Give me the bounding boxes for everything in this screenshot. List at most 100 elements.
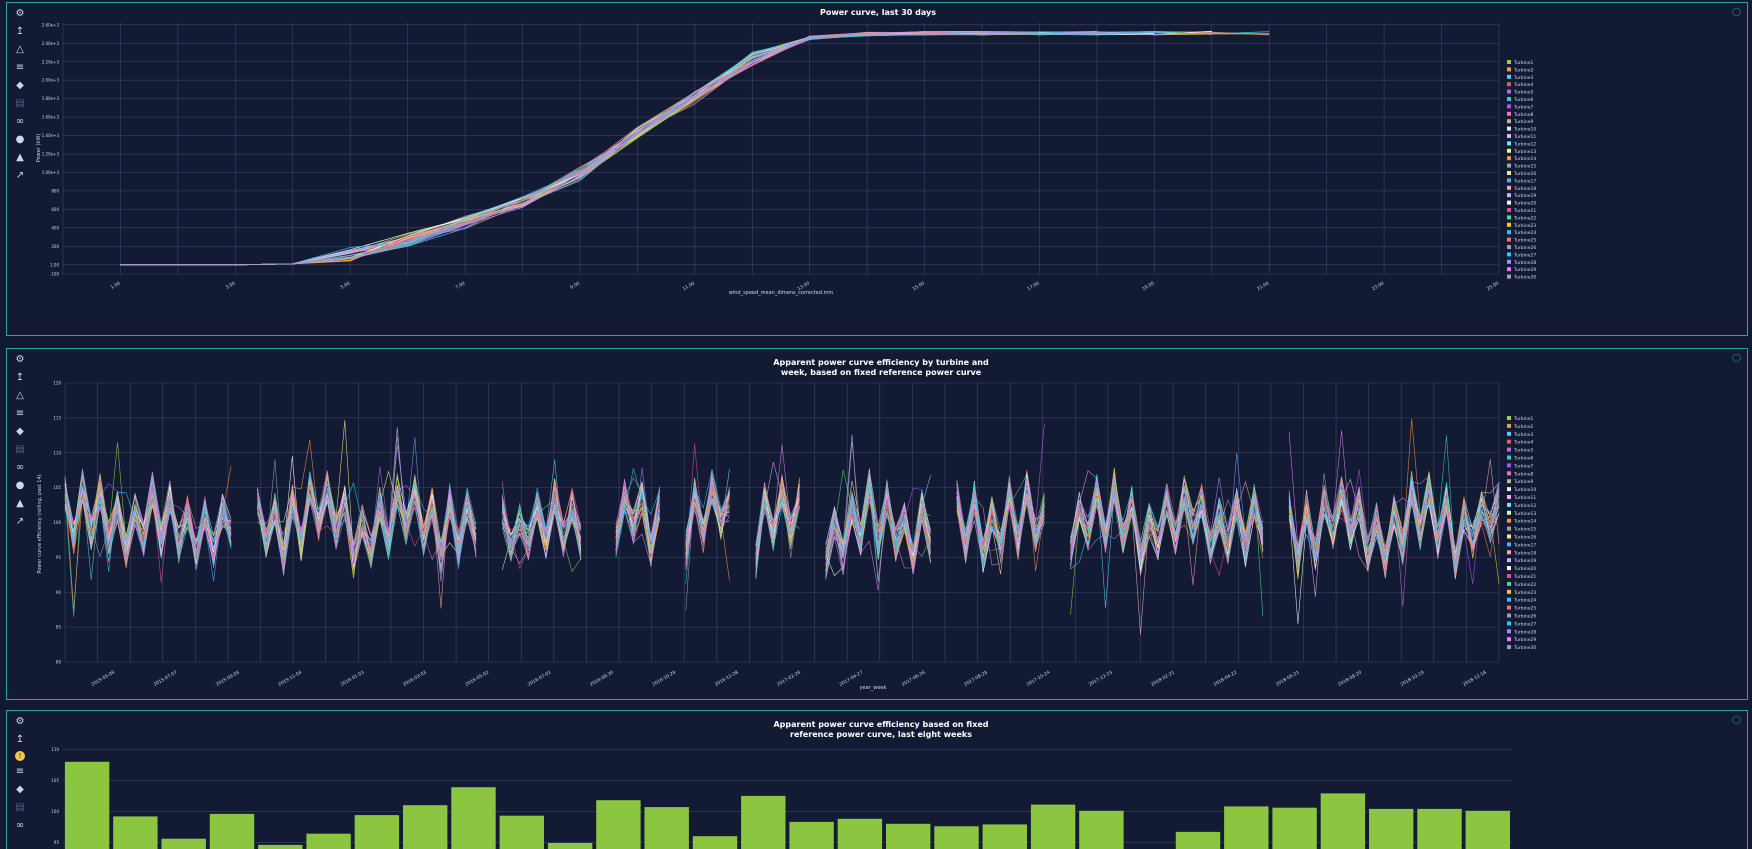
y-tick-label: 105 (53, 485, 61, 490)
legend-swatch (1507, 74, 1511, 79)
legend-label: Turbine18 (1513, 186, 1536, 192)
legend-label: Turbine3 (1513, 75, 1533, 81)
x-tick-label: 2015-11-04 (277, 669, 303, 687)
legend-label: Turbine27 (1513, 252, 1536, 258)
legend-swatch (1507, 60, 1511, 64)
y-tick-label: 115 (53, 415, 61, 420)
bar (692, 836, 738, 849)
bar (1175, 831, 1221, 849)
legend-label: Turbine24 (1513, 230, 1536, 236)
y-tick-label: 110 (53, 450, 61, 455)
legend-swatch (1507, 134, 1511, 138)
bar (1272, 807, 1317, 849)
legend-label: Turbine24 (1513, 598, 1536, 604)
x-axis-label: year_week (860, 685, 887, 691)
legend-label: Turbine17 (1513, 542, 1536, 548)
legend-swatch (1507, 267, 1511, 272)
bar (209, 813, 255, 849)
legend-swatch (1507, 574, 1511, 578)
legend-swatch (1507, 237, 1511, 242)
legend-swatch (1507, 259, 1511, 264)
legend-label: Turbine29 (1513, 637, 1536, 643)
y-tick-label: 2.40e+3 (42, 41, 60, 46)
x-tick-label: 2016-07-01 (527, 669, 553, 687)
y-tick-label: 2.00e+3 (42, 78, 60, 83)
x-tick-label: 2015-05-09 (90, 669, 116, 687)
x-tick-label: 2016-03-03 (402, 669, 428, 687)
legend-swatch (1507, 215, 1511, 220)
legend-label: Turbine2 (1513, 67, 1533, 73)
legend-label: Turbine22 (1513, 582, 1536, 588)
legend-label: Turbine25 (1513, 606, 1536, 612)
legend-swatch (1507, 447, 1511, 452)
legend-label: Turbine10 (1513, 487, 1536, 493)
series-line-turbine6 (120, 31, 1212, 266)
chart-title: Apparent power curve efficiency by turbi… (773, 358, 989, 367)
x-tick-label: 2018-04-22 (1212, 669, 1238, 687)
legend-label: Turbine30 (1513, 645, 1536, 651)
legend-swatch (1507, 502, 1511, 507)
legend-swatch (1507, 495, 1511, 499)
legend-label: Turbine15 (1513, 527, 1536, 533)
legend-label: Turbine16 (1513, 535, 1536, 541)
x-tick-label: 2017-10-24 (1025, 669, 1051, 687)
legend-label: Turbine15 (1513, 164, 1536, 170)
legend-swatch (1507, 581, 1511, 586)
legend-swatch (1507, 605, 1511, 610)
legend-swatch (1507, 230, 1511, 235)
series-line-turbine15 (120, 31, 1097, 266)
legend-swatch (1507, 97, 1511, 101)
bar (1030, 804, 1076, 849)
y-tick-label: 800 (51, 188, 59, 193)
bar (161, 838, 206, 849)
bar (934, 826, 979, 849)
y-tick-label: 200 (51, 244, 59, 249)
x-tick-label: 2017-02-26 (776, 669, 802, 687)
legend-label: Turbine20 (1513, 566, 1536, 572)
y-tick-label: 105 (51, 778, 59, 783)
series-line-turbine4 (120, 31, 1212, 266)
x-tick-label: 17.00 (1026, 280, 1040, 292)
legend-swatch (1507, 245, 1511, 249)
legend-label: Turbine7 (1513, 463, 1533, 469)
legend-label: Turbine11 (1513, 134, 1536, 140)
legend-label: Turbine19 (1513, 558, 1536, 564)
legend-label: Turbine1 (1513, 416, 1533, 422)
legend-label: Turbine9 (1513, 479, 1533, 485)
series-line-turbine7 (120, 30, 1097, 266)
legend-label: Turbine23 (1513, 223, 1536, 229)
legend-swatch (1507, 613, 1511, 618)
x-tick-label: 2015-07-07 (153, 669, 179, 687)
chart-title: Apparent power curve efficiency based on… (773, 720, 988, 729)
legend-label: Turbine6 (1513, 97, 1533, 103)
bar (1079, 810, 1124, 849)
series-line-turbine10 (120, 31, 1097, 266)
legend-label: Turbine19 (1513, 193, 1536, 199)
legend-swatch (1507, 185, 1511, 190)
legend-label: Turbine9 (1513, 119, 1533, 125)
y-tick-label: 80 (56, 660, 62, 665)
legend-swatch (1507, 119, 1511, 124)
bar (1369, 808, 1414, 849)
bar (64, 761, 110, 849)
efficiency-by-turbine-panel: ⚙ ↥ △ ≡ ◆ ▤ ∞ ● ▲ ↗ ◯ Apparent power cur… (6, 348, 1748, 700)
legend-swatch (1507, 111, 1511, 116)
legend-label: Turbine18 (1513, 550, 1536, 556)
legend-swatch (1507, 455, 1511, 460)
x-tick-label: 7.00 (454, 280, 466, 290)
series-line-turbine2 (120, 31, 1212, 266)
bar (1417, 808, 1462, 849)
legend-swatch (1507, 208, 1511, 212)
bar (113, 816, 158, 849)
legend-swatch (1507, 200, 1511, 205)
y-tick-label: 2.20e+3 (42, 59, 60, 64)
legend-label: Turbine17 (1513, 178, 1536, 184)
legend-swatch (1507, 67, 1511, 72)
bar (258, 844, 303, 849)
legend-label: Turbine27 (1513, 621, 1536, 627)
x-tick-label: 19.00 (1141, 280, 1155, 292)
y-tick-label: 120 (53, 381, 61, 386)
efficiency-line-chart: Apparent power curve efficiency by turbi… (37, 358, 1536, 691)
legend-label: Turbine5 (1513, 448, 1533, 454)
legend-swatch (1507, 479, 1511, 484)
